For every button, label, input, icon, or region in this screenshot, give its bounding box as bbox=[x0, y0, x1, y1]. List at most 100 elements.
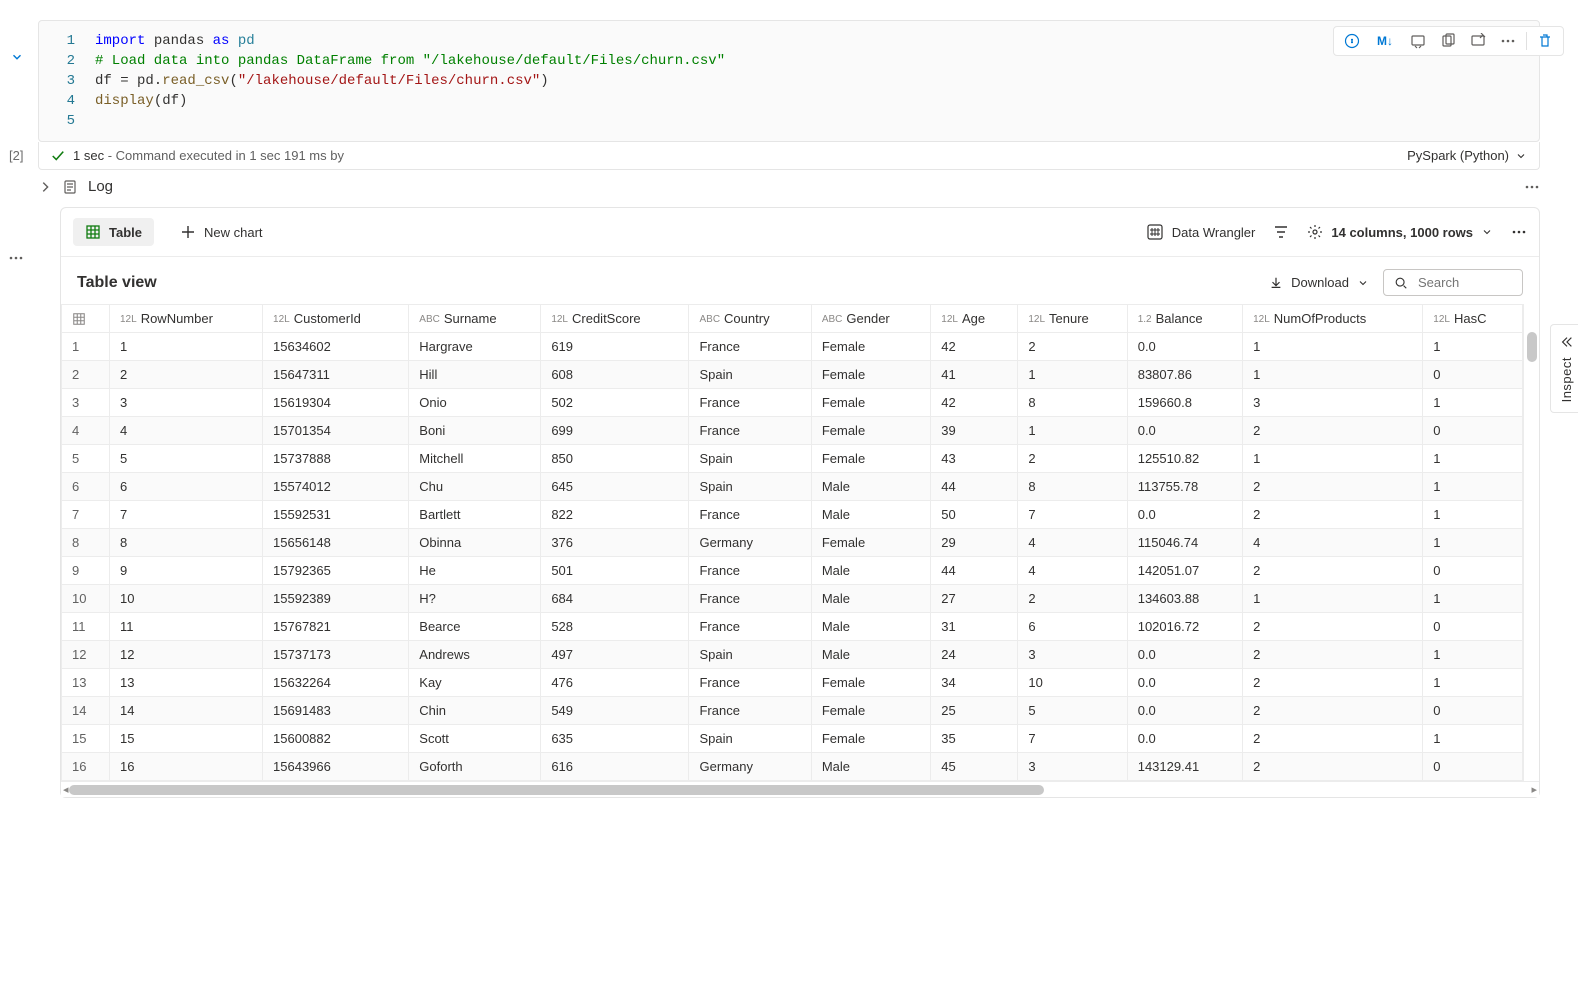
cell[interactable]: 102016.72 bbox=[1127, 613, 1242, 641]
cell[interactable]: 0 bbox=[1423, 697, 1523, 725]
cell[interactable]: 7 bbox=[1018, 501, 1127, 529]
cell[interactable]: 15701354 bbox=[263, 417, 409, 445]
cell[interactable]: 7 bbox=[110, 501, 263, 529]
cell[interactable]: Female bbox=[811, 669, 930, 697]
cell[interactable]: Hargrave bbox=[409, 333, 541, 361]
cell[interactable]: 27 bbox=[931, 585, 1018, 613]
cell[interactable]: Male bbox=[811, 501, 930, 529]
cell[interactable]: 45 bbox=[931, 753, 1018, 781]
cell[interactable]: 142051.07 bbox=[1127, 557, 1242, 585]
cell[interactable]: 39 bbox=[931, 417, 1018, 445]
cell[interactable]: 608 bbox=[541, 361, 689, 389]
cell[interactable]: 159660.8 bbox=[1127, 389, 1242, 417]
delete-cell-icon[interactable] bbox=[1531, 29, 1559, 53]
table-row[interactable]: 6615574012Chu645SpainMale448113755.7821 bbox=[62, 473, 1523, 501]
cell[interactable]: Female bbox=[811, 697, 930, 725]
cell[interactable]: 2 bbox=[1243, 557, 1423, 585]
cell[interactable]: Andrews bbox=[409, 641, 541, 669]
cell[interactable]: Female bbox=[811, 725, 930, 753]
cell[interactable]: 1 bbox=[1423, 529, 1523, 557]
table-row[interactable]: 9915792365He501FranceMale444142051.0720 bbox=[62, 557, 1523, 585]
cell[interactable]: Obinna bbox=[409, 529, 541, 557]
cell[interactable]: 1 bbox=[1018, 417, 1127, 445]
column-header[interactable]: 12LTenure bbox=[1018, 305, 1127, 333]
cell[interactable]: 1 bbox=[1423, 725, 1523, 753]
column-header[interactable]: 12LAge bbox=[931, 305, 1018, 333]
column-header[interactable]: ABCSurname bbox=[409, 305, 541, 333]
cell[interactable]: 476 bbox=[541, 669, 689, 697]
cell[interactable]: 44 bbox=[931, 557, 1018, 585]
table-row[interactable]: 101015592389H?684FranceMale272134603.881… bbox=[62, 585, 1523, 613]
vertical-scrollbar[interactable] bbox=[1523, 304, 1539, 781]
cell[interactable]: 635 bbox=[541, 725, 689, 753]
table-row[interactable]: 3315619304Onio502FranceFemale428159660.8… bbox=[62, 389, 1523, 417]
cell[interactable]: 15634602 bbox=[263, 333, 409, 361]
column-header[interactable]: 1.2Balance bbox=[1127, 305, 1242, 333]
cell[interactable]: 2 bbox=[1243, 641, 1423, 669]
code-cell[interactable]: 1 2 3 4 5 import pandas as pd # Load dat… bbox=[38, 20, 1540, 142]
cell[interactable]: 501 bbox=[541, 557, 689, 585]
cell[interactable]: 549 bbox=[541, 697, 689, 725]
cell[interactable]: Male bbox=[811, 641, 930, 669]
column-header[interactable]: 12LCreditScore bbox=[541, 305, 689, 333]
table-row[interactable]: 1115634602Hargrave619FranceFemale4220.01… bbox=[62, 333, 1523, 361]
cell[interactable]: 2 bbox=[1243, 753, 1423, 781]
cell[interactable]: 616 bbox=[541, 753, 689, 781]
cell[interactable]: 2 bbox=[1018, 585, 1127, 613]
cell[interactable]: Chin bbox=[409, 697, 541, 725]
cell[interactable]: Scott bbox=[409, 725, 541, 753]
cell[interactable]: Bartlett bbox=[409, 501, 541, 529]
cell-side-ellipsis[interactable] bbox=[8, 250, 24, 266]
cell[interactable]: 1 bbox=[1423, 389, 1523, 417]
cell[interactable]: 43 bbox=[931, 445, 1018, 473]
cell[interactable]: 0 bbox=[1423, 361, 1523, 389]
run-cell-icon[interactable] bbox=[1338, 29, 1366, 53]
cell[interactable]: 2 bbox=[1018, 445, 1127, 473]
cell[interactable]: Male bbox=[811, 613, 930, 641]
cell[interactable]: 3 bbox=[110, 389, 263, 417]
cell[interactable]: 15691483 bbox=[263, 697, 409, 725]
cell[interactable]: 15600882 bbox=[263, 725, 409, 753]
filter-button[interactable] bbox=[1273, 224, 1289, 240]
cell[interactable]: 16 bbox=[110, 753, 263, 781]
cell[interactable]: Female bbox=[811, 529, 930, 557]
convert-cell-icon[interactable] bbox=[1404, 29, 1432, 53]
cell[interactable]: 113755.78 bbox=[1127, 473, 1242, 501]
cell[interactable]: 5 bbox=[110, 445, 263, 473]
cell[interactable]: Kay bbox=[409, 669, 541, 697]
cell[interactable]: Spain bbox=[689, 641, 811, 669]
cell[interactable]: 3 bbox=[1018, 753, 1127, 781]
inspect-panel-toggle[interactable]: Inspect bbox=[1550, 324, 1578, 413]
table-row[interactable]: 131315632264Kay476FranceFemale34100.021 bbox=[62, 669, 1523, 697]
cell[interactable]: 376 bbox=[541, 529, 689, 557]
cell[interactable]: 619 bbox=[541, 333, 689, 361]
cell[interactable]: 5 bbox=[1018, 697, 1127, 725]
cell[interactable]: Male bbox=[811, 753, 930, 781]
cell[interactable]: Chu bbox=[409, 473, 541, 501]
cell[interactable]: 4 bbox=[1243, 529, 1423, 557]
cell[interactable]: 15574012 bbox=[263, 473, 409, 501]
cell[interactable]: France bbox=[689, 669, 811, 697]
cell[interactable]: 645 bbox=[541, 473, 689, 501]
cell[interactable]: 41 bbox=[931, 361, 1018, 389]
download-button[interactable]: Download bbox=[1269, 275, 1369, 290]
cell[interactable]: H? bbox=[409, 585, 541, 613]
cell[interactable]: 7 bbox=[1018, 725, 1127, 753]
cell[interactable]: 4 bbox=[110, 417, 263, 445]
cell[interactable]: 0 bbox=[1423, 613, 1523, 641]
cell[interactable]: 3 bbox=[1018, 641, 1127, 669]
new-chart-button[interactable]: New chart bbox=[168, 218, 275, 246]
cell[interactable]: France bbox=[689, 501, 811, 529]
cell[interactable]: 11 bbox=[110, 613, 263, 641]
table-tab[interactable]: Table bbox=[73, 218, 154, 246]
cell[interactable]: 15647311 bbox=[263, 361, 409, 389]
cell[interactable]: 1 bbox=[1423, 641, 1523, 669]
data-wrangler-button[interactable]: Data Wrangler bbox=[1146, 223, 1256, 241]
cell[interactable]: He bbox=[409, 557, 541, 585]
cell[interactable]: 502 bbox=[541, 389, 689, 417]
cell[interactable]: 12 bbox=[110, 641, 263, 669]
cell[interactable]: 0.0 bbox=[1127, 669, 1242, 697]
cell[interactable]: 2 bbox=[1243, 697, 1423, 725]
cell[interactable]: Goforth bbox=[409, 753, 541, 781]
table-row[interactable]: 7715592531Bartlett822FranceMale5070.021 bbox=[62, 501, 1523, 529]
